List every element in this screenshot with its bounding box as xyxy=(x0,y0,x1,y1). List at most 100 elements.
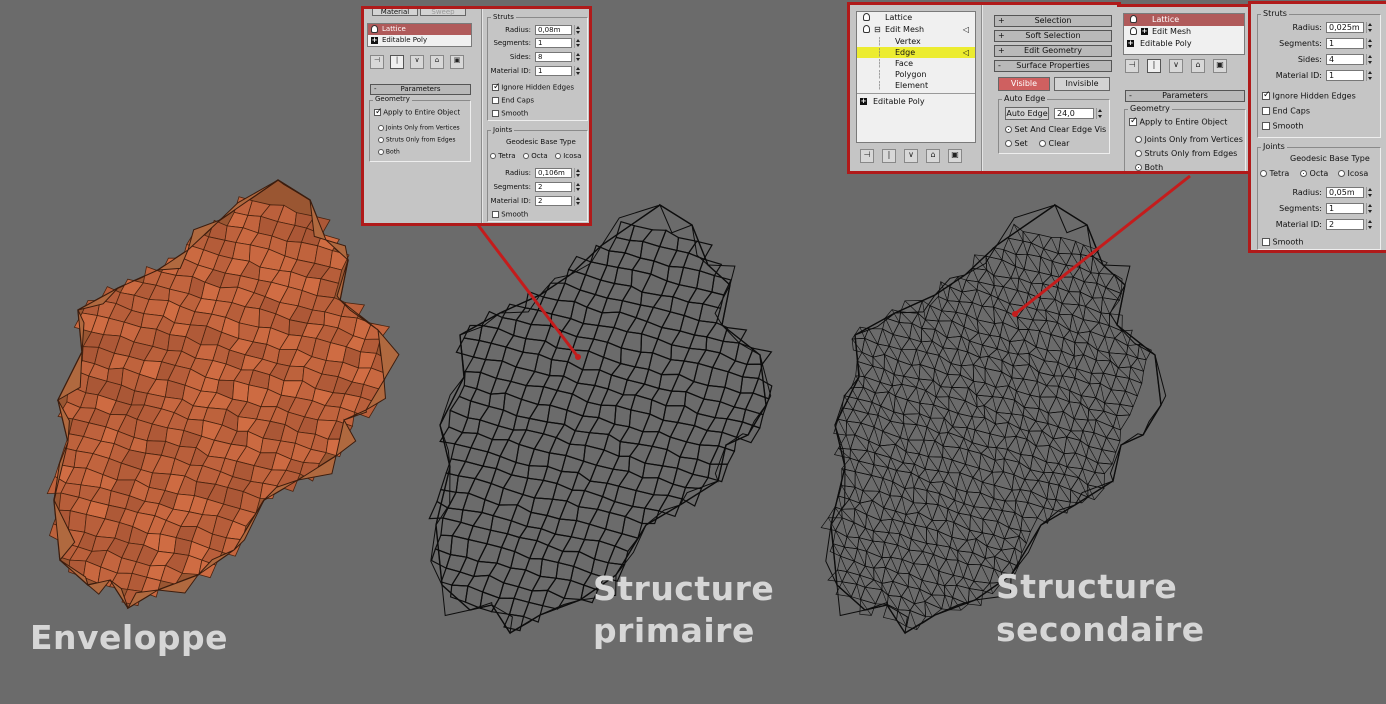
stack-item-editable-poly[interactable]: + Editable Poly xyxy=(368,35,471,46)
joints-segments-input[interactable]: 2 xyxy=(535,182,572,192)
configure-sets-icon[interactable]: ▣ xyxy=(948,149,962,163)
end-caps-checkbox[interactable]: End Caps xyxy=(492,97,534,105)
rollout-soft-selection[interactable]: + Soft Selection xyxy=(994,30,1112,42)
rollout-edit-geometry[interactable]: + Edit Geometry xyxy=(994,45,1112,57)
radio-tetra[interactable]: Tetra xyxy=(490,153,516,160)
radio-clear[interactable]: Clear xyxy=(1039,140,1069,148)
make-unique-icon[interactable]: ∨ xyxy=(410,55,424,69)
joints-matid-input[interactable]: 2 xyxy=(1326,219,1364,230)
struts-radius-input[interactable]: 0,08m xyxy=(535,25,572,35)
stack-sub-element[interactable]: ┆ Element xyxy=(857,80,975,91)
show-end-result-icon[interactable]: | xyxy=(882,149,896,163)
remove-modifier-icon[interactable]: ⌂ xyxy=(926,149,940,163)
bulb-icon[interactable] xyxy=(371,25,378,33)
collapse-icon[interactable]: ⊟ xyxy=(874,24,881,36)
struts-smooth-checkbox[interactable]: Smooth xyxy=(1262,122,1303,131)
struts-smooth-checkbox[interactable]: Smooth xyxy=(492,110,528,118)
stack-sub-vertex[interactable]: ┆ Vertex xyxy=(857,36,975,47)
joints-radius-input[interactable]: 0,106m xyxy=(535,168,572,178)
tab-material[interactable]: Material xyxy=(372,9,418,16)
joints-segments-input[interactable]: 1 xyxy=(1326,203,1364,214)
struts-radius-spinner[interactable] xyxy=(1366,22,1373,33)
stack-sub-polygon[interactable]: ┆ Polygon xyxy=(857,69,975,80)
joints-radius-spinner[interactable] xyxy=(574,168,581,178)
radio-struts-only[interactable]: Struts Only from Edges xyxy=(378,137,455,144)
make-unique-icon[interactable]: ∨ xyxy=(1169,59,1183,73)
remove-modifier-icon[interactable]: ⌂ xyxy=(1191,59,1205,73)
pin-stack-icon[interactable]: ⊣ xyxy=(1125,59,1139,73)
tab-sweep[interactable]: Sweep xyxy=(420,9,466,16)
make-unique-icon[interactable]: ∨ xyxy=(904,149,918,163)
visible-button[interactable]: Visible xyxy=(998,77,1050,91)
auto-edge-button[interactable]: Auto Edge xyxy=(1005,107,1049,120)
struts-radius-spinner[interactable] xyxy=(574,25,581,35)
rollout-surface-properties[interactable]: - Surface Properties xyxy=(994,60,1112,72)
pin-stack-icon[interactable]: ⊣ xyxy=(860,149,874,163)
radio-both[interactable]: Both xyxy=(1135,164,1163,171)
joints-matid-input[interactable]: 2 xyxy=(535,196,572,206)
expand-icon[interactable]: + xyxy=(1141,28,1148,35)
bulb-icon[interactable] xyxy=(1130,15,1137,23)
pin-stack-icon[interactable]: ⊣ xyxy=(370,55,384,69)
stack-sub-edge[interactable]: ┆ Edge ◁ xyxy=(857,47,975,58)
struts-segments-input[interactable]: 1 xyxy=(1326,38,1364,49)
struts-sides-input[interactable]: 4 xyxy=(1326,54,1364,65)
struts-segments-spinner[interactable] xyxy=(1366,38,1373,49)
joints-smooth-checkbox[interactable]: Smooth xyxy=(492,211,528,219)
bulb-icon[interactable] xyxy=(863,13,870,21)
radio-octa[interactable]: Octa xyxy=(523,153,548,160)
radio-set-and-clear[interactable]: Set And Clear Edge Vis xyxy=(1005,126,1106,134)
struts-sides-spinner[interactable] xyxy=(1366,54,1373,65)
apply-entire-checkbox[interactable]: Apply to Entire Object xyxy=(1129,117,1227,127)
stack-item-lattice[interactable]: Lattice xyxy=(368,24,471,35)
struts-matid-input[interactable]: 1 xyxy=(1326,70,1364,81)
struts-matid-input[interactable]: 1 xyxy=(535,66,572,76)
radio-both[interactable]: Both xyxy=(378,149,400,156)
joints-matid-spinner[interactable] xyxy=(574,196,581,206)
joints-matid-spinner[interactable] xyxy=(1366,219,1373,230)
stack-item-edit-mesh[interactable]: ⊟ Edit Mesh ◁ xyxy=(857,24,975,36)
radio-tetra[interactable]: Tetra xyxy=(1260,170,1289,178)
struts-matid-spinner[interactable] xyxy=(1366,70,1373,81)
stack-item-editable-poly[interactable]: + Editable Poly xyxy=(1124,38,1244,50)
rollout-parameters[interactable]: - Parameters xyxy=(370,84,471,95)
struts-segments-spinner[interactable] xyxy=(574,38,581,48)
radio-octa[interactable]: Octa xyxy=(1300,170,1328,178)
struts-radius-input[interactable]: 0,025m xyxy=(1326,22,1364,33)
radio-struts-only[interactable]: Struts Only from Edges xyxy=(1135,150,1237,158)
stack-item-edit-mesh[interactable]: + Edit Mesh xyxy=(1124,26,1244,38)
ignore-hidden-edges-checkbox[interactable]: Ignore Hidden Edges xyxy=(492,83,574,92)
expand-icon[interactable]: + xyxy=(1127,40,1134,47)
rollout-selection[interactable]: + Selection xyxy=(994,15,1112,27)
struts-sides-spinner[interactable] xyxy=(574,52,581,62)
stack-item-editable-poly[interactable]: + Editable Poly xyxy=(857,96,975,108)
struts-sides-input[interactable]: 8 xyxy=(535,52,572,62)
configure-sets-icon[interactable]: ▣ xyxy=(1213,59,1227,73)
bulb-icon[interactable] xyxy=(1130,27,1137,35)
show-end-result-icon[interactable]: | xyxy=(1147,59,1161,73)
struts-segments-input[interactable]: 1 xyxy=(535,38,572,48)
expand-icon[interactable]: + xyxy=(371,37,378,44)
auto-edge-threshold-spinner[interactable] xyxy=(1096,108,1103,119)
struts-matid-spinner[interactable] xyxy=(574,66,581,76)
radio-icosa[interactable]: Icosa xyxy=(555,153,581,160)
joints-segments-spinner[interactable] xyxy=(574,182,581,192)
apply-entire-checkbox[interactable]: Apply to Entire Object xyxy=(374,108,460,117)
radio-joints-only[interactable]: Joints Only from Vertices xyxy=(378,125,460,132)
radio-icosa[interactable]: Icosa xyxy=(1338,170,1368,178)
joints-smooth-checkbox[interactable]: Smooth xyxy=(1262,238,1303,247)
stack-item-lattice[interactable]: Lattice xyxy=(1124,14,1244,26)
bulb-icon[interactable] xyxy=(863,25,870,33)
expand-icon[interactable]: + xyxy=(860,98,867,105)
radio-set[interactable]: Set xyxy=(1005,140,1028,148)
remove-modifier-icon[interactable]: ⌂ xyxy=(430,55,444,69)
radio-joints-only[interactable]: Joints Only from Vertices xyxy=(1135,136,1243,144)
joints-radius-input[interactable]: 0,05m xyxy=(1326,187,1364,198)
stack-item-lattice[interactable]: Lattice xyxy=(857,12,975,24)
configure-sets-icon[interactable]: ▣ xyxy=(450,55,464,69)
end-caps-checkbox[interactable]: End Caps xyxy=(1262,107,1310,116)
joints-radius-spinner[interactable] xyxy=(1366,187,1373,198)
show-end-result-icon[interactable]: | xyxy=(390,55,404,69)
ignore-hidden-edges-checkbox[interactable]: Ignore Hidden Edges xyxy=(1262,91,1356,101)
joints-segments-spinner[interactable] xyxy=(1366,203,1373,214)
